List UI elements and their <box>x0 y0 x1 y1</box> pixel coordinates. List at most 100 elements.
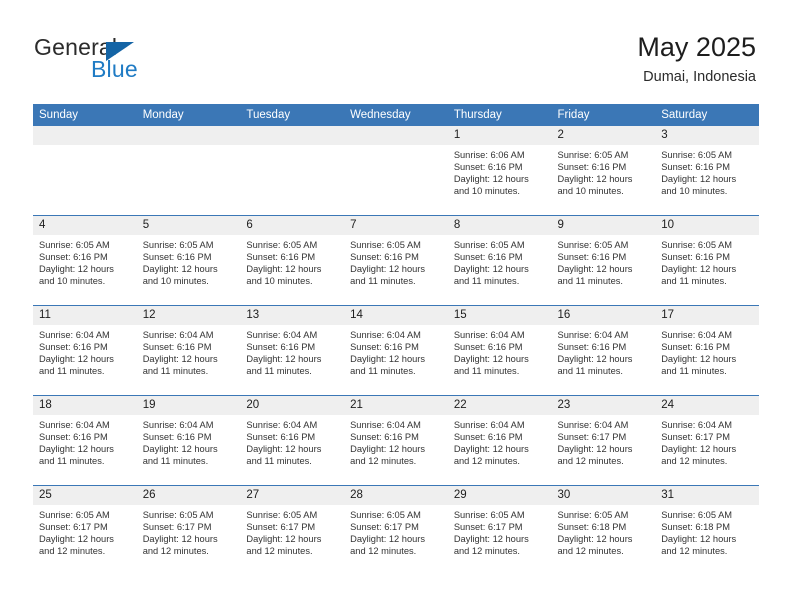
weekday-header-sunday: Sunday <box>33 104 137 126</box>
sunrise-text: Sunrise: 6:04 AM <box>453 420 525 430</box>
calendar-day-cell[interactable]: 23 Sunrise: 6:04 AM Sunset: 6:17 PM Dayligh… <box>551 395 656 486</box>
weekday-header-wednesday: Wednesday <box>344 104 448 126</box>
daylight-text: Daylight: 12 hours and 10 minutes. <box>557 174 633 197</box>
calendar-cell-empty <box>33 126 137 216</box>
day-details: Sunrise: 6:04 AM Sunset: 6:16 PM Daylight:… <box>137 325 241 377</box>
sunset-text: Sunset: 6:18 PM <box>557 522 627 533</box>
sunset-text: Sunset: 6:16 PM <box>39 432 108 443</box>
calendar-day-cell[interactable]: 12 Sunrise: 6:04 AM Sunset: 6:16 PM Dayligh… <box>136 305 241 396</box>
calendar-day-cell[interactable]: 17 Sunrise: 6:04 AM Sunset: 6:16 PM Dayligh… <box>655 305 759 396</box>
sunset-text: Sunset: 6:16 PM <box>246 342 316 353</box>
calendar-day-cell[interactable]: 27 Sunrise: 6:05 AM Sunset: 6:17 PM Dayligh… <box>240 485 345 575</box>
day-number: 27 <box>240 486 345 505</box>
sunset-text: Sunset: 6:16 PM <box>142 252 212 263</box>
daylight-text: Daylight: 12 hours and 11 minutes. <box>557 354 633 377</box>
day-number <box>33 126 137 145</box>
daylight-text: Daylight: 12 hours and 12 minutes. <box>246 534 322 557</box>
weekday-header-saturday: Saturday <box>655 104 759 126</box>
calendar-cell-empty <box>240 126 345 216</box>
daylight-text: Daylight: 12 hours and 11 minutes. <box>661 264 737 287</box>
day-number: 1 <box>447 126 552 145</box>
sunset-text: Sunset: 6:16 PM <box>350 432 419 443</box>
sunrise-text: Sunrise: 6:04 AM <box>246 420 318 430</box>
sunrise-text: Sunrise: 6:05 AM <box>661 150 733 160</box>
daylight-text: Daylight: 12 hours and 11 minutes. <box>557 264 633 287</box>
calendar-day-cell[interactable]: 8 Sunrise: 6:05 AM Sunset: 6:16 PM Daylight… <box>447 215 552 306</box>
day-number: 24 <box>655 396 759 415</box>
sunrise-text: Sunrise: 6:04 AM <box>557 330 629 340</box>
day-number: 25 <box>33 486 137 505</box>
calendar-day-cell[interactable]: 13 Sunrise: 6:04 AM Sunset: 6:16 PM Dayligh… <box>240 305 345 396</box>
daylight-text: Daylight: 12 hours and 12 minutes. <box>661 534 737 557</box>
day-number: 12 <box>136 306 241 325</box>
daylight-text: Daylight: 12 hours and 11 minutes. <box>142 444 218 467</box>
day-details: Sunrise: 6:05 AM Sunset: 6:16 PM Daylight:… <box>552 145 656 197</box>
sunrise-text: Sunrise: 6:04 AM <box>350 330 421 340</box>
sunrise-text: Sunrise: 6:05 AM <box>557 510 629 520</box>
calendar-day-cell[interactable]: 3 Sunrise: 6:05 AM Sunset: 6:16 PM Daylight… <box>655 126 759 216</box>
day-details: Sunrise: 6:05 AM Sunset: 6:16 PM Daylight:… <box>655 235 759 287</box>
daylight-text: Daylight: 12 hours and 12 minutes. <box>350 534 426 557</box>
sunset-text: Sunset: 6:16 PM <box>142 342 212 353</box>
sunrise-text: Sunrise: 6:05 AM <box>39 240 110 250</box>
calendar-day-cell[interactable]: 24 Sunrise: 6:04 AM Sunset: 6:17 PM Dayligh… <box>655 395 759 486</box>
day-number: 7 <box>344 216 448 235</box>
calendar-day-cell[interactable]: 31 Sunrise: 6:05 AM Sunset: 6:18 PM Dayligh… <box>655 485 759 575</box>
day-details: Sunrise: 6:05 AM Sunset: 6:17 PM Daylight:… <box>448 505 552 557</box>
calendar-day-cell[interactable]: 16 Sunrise: 6:04 AM Sunset: 6:16 PM Dayligh… <box>551 305 656 396</box>
calendar-day-cell[interactable]: 7 Sunrise: 6:05 AM Sunset: 6:16 PM Daylight… <box>344 215 448 306</box>
day-number <box>344 126 448 145</box>
calendar-table: Sunday Monday Tuesday Wednesday Thursday Frid… <box>33 104 759 575</box>
daylight-text: Daylight: 12 hours and 12 minutes. <box>142 534 218 557</box>
sunset-text: Sunset: 6:17 PM <box>661 432 730 443</box>
day-number <box>136 126 241 145</box>
calendar-day-cell[interactable]: 6 Sunrise: 6:05 AM Sunset: 6:16 PM Daylight… <box>240 215 345 306</box>
calendar-body: 1 Sunrise: 6:06 AM Sunset: 6:16 PM Daylight… <box>33 126 759 575</box>
calendar-day-cell[interactable]: 21 Sunrise: 6:04 AM Sunset: 6:16 PM Dayligh… <box>344 395 448 486</box>
calendar-day-cell[interactable]: 19 Sunrise: 6:04 AM Sunset: 6:16 PM Dayligh… <box>136 395 241 486</box>
day-number: 11 <box>33 306 137 325</box>
calendar-day-cell[interactable]: 1 Sunrise: 6:06 AM Sunset: 6:16 PM Daylight… <box>447 126 552 216</box>
sunrise-text: Sunrise: 6:04 AM <box>661 330 733 340</box>
day-number: 26 <box>136 486 241 505</box>
calendar-day-cell[interactable]: 28 Sunrise: 6:05 AM Sunset: 6:17 PM Dayligh… <box>344 485 448 575</box>
calendar-day-cell[interactable]: 22 Sunrise: 6:04 AM Sunset: 6:16 PM Dayligh… <box>447 395 552 486</box>
calendar-day-cell[interactable]: 11 Sunrise: 6:04 AM Sunset: 6:16 PM Dayligh… <box>33 305 137 396</box>
calendar-day-cell[interactable]: 26 Sunrise: 6:05 AM Sunset: 6:17 PM Dayligh… <box>136 485 241 575</box>
calendar-day-cell[interactable]: 30 Sunrise: 6:05 AM Sunset: 6:18 PM Dayligh… <box>551 485 656 575</box>
weekday-header: Sunday Monday Tuesday Wednesday Thursday Frid… <box>33 104 759 126</box>
calendar-day-cell[interactable]: 2 Sunrise: 6:05 AM Sunset: 6:16 PM Daylight… <box>551 126 656 216</box>
calendar-day-cell[interactable]: 15 Sunrise: 6:04 AM Sunset: 6:16 PM Dayligh… <box>447 305 552 396</box>
day-details: Sunrise: 6:04 AM Sunset: 6:17 PM Daylight:… <box>552 415 656 467</box>
day-details: Sunrise: 6:05 AM Sunset: 6:17 PM Daylight:… <box>240 505 344 557</box>
sunset-text: Sunset: 6:16 PM <box>557 252 627 263</box>
calendar-day-cell[interactable]: 18 Sunrise: 6:04 AM Sunset: 6:16 PM Dayligh… <box>33 395 137 486</box>
calendar-day-cell[interactable]: 9 Sunrise: 6:05 AM Sunset: 6:16 PM Daylight… <box>551 215 656 306</box>
calendar-day-cell[interactable]: 5 Sunrise: 6:05 AM Sunset: 6:16 PM Daylight… <box>136 215 241 306</box>
day-details: Sunrise: 6:04 AM Sunset: 6:16 PM Daylight:… <box>344 325 448 377</box>
sunset-text: Sunset: 6:16 PM <box>453 342 523 353</box>
sunset-text: Sunset: 6:16 PM <box>661 252 730 263</box>
sunrise-text: Sunrise: 6:05 AM <box>350 510 421 520</box>
calendar-day-cell[interactable]: 25 Sunrise: 6:05 AM Sunset: 6:17 PM Dayligh… <box>33 485 137 575</box>
title-block: May 2025 Dumai, Indonesia <box>637 32 756 86</box>
calendar-day-cell[interactable]: 20 Sunrise: 6:04 AM Sunset: 6:16 PM Dayligh… <box>240 395 345 486</box>
general-blue-logo[interactable]: General Blue <box>34 36 234 84</box>
calendar-day-cell[interactable]: 10 Sunrise: 6:05 AM Sunset: 6:16 PM Dayligh… <box>655 215 759 306</box>
day-details: Sunrise: 6:04 AM Sunset: 6:16 PM Daylight:… <box>448 325 552 377</box>
sunset-text: Sunset: 6:16 PM <box>350 342 419 353</box>
day-details: Sunrise: 6:04 AM Sunset: 6:16 PM Daylight:… <box>240 415 344 467</box>
calendar-cell-empty <box>344 126 448 216</box>
sunset-text: Sunset: 6:16 PM <box>557 162 627 173</box>
sunrise-text: Sunrise: 6:05 AM <box>246 510 318 520</box>
day-number: 9 <box>551 216 656 235</box>
daylight-text: Daylight: 12 hours and 11 minutes. <box>661 354 737 377</box>
calendar-day-cell[interactable]: 14 Sunrise: 6:04 AM Sunset: 6:16 PM Dayligh… <box>344 305 448 396</box>
daylight-text: Daylight: 12 hours and 10 minutes. <box>142 264 218 287</box>
calendar-day-cell[interactable]: 29 Sunrise: 6:05 AM Sunset: 6:17 PM Dayligh… <box>447 485 552 575</box>
calendar-day-cell[interactable]: 4 Sunrise: 6:05 AM Sunset: 6:16 PM Daylight… <box>33 215 137 306</box>
day-number: 23 <box>551 396 656 415</box>
sunrise-text: Sunrise: 6:04 AM <box>661 420 733 430</box>
day-details: Sunrise: 6:05 AM Sunset: 6:17 PM Daylight:… <box>137 505 241 557</box>
sunset-text: Sunset: 6:16 PM <box>661 342 730 353</box>
